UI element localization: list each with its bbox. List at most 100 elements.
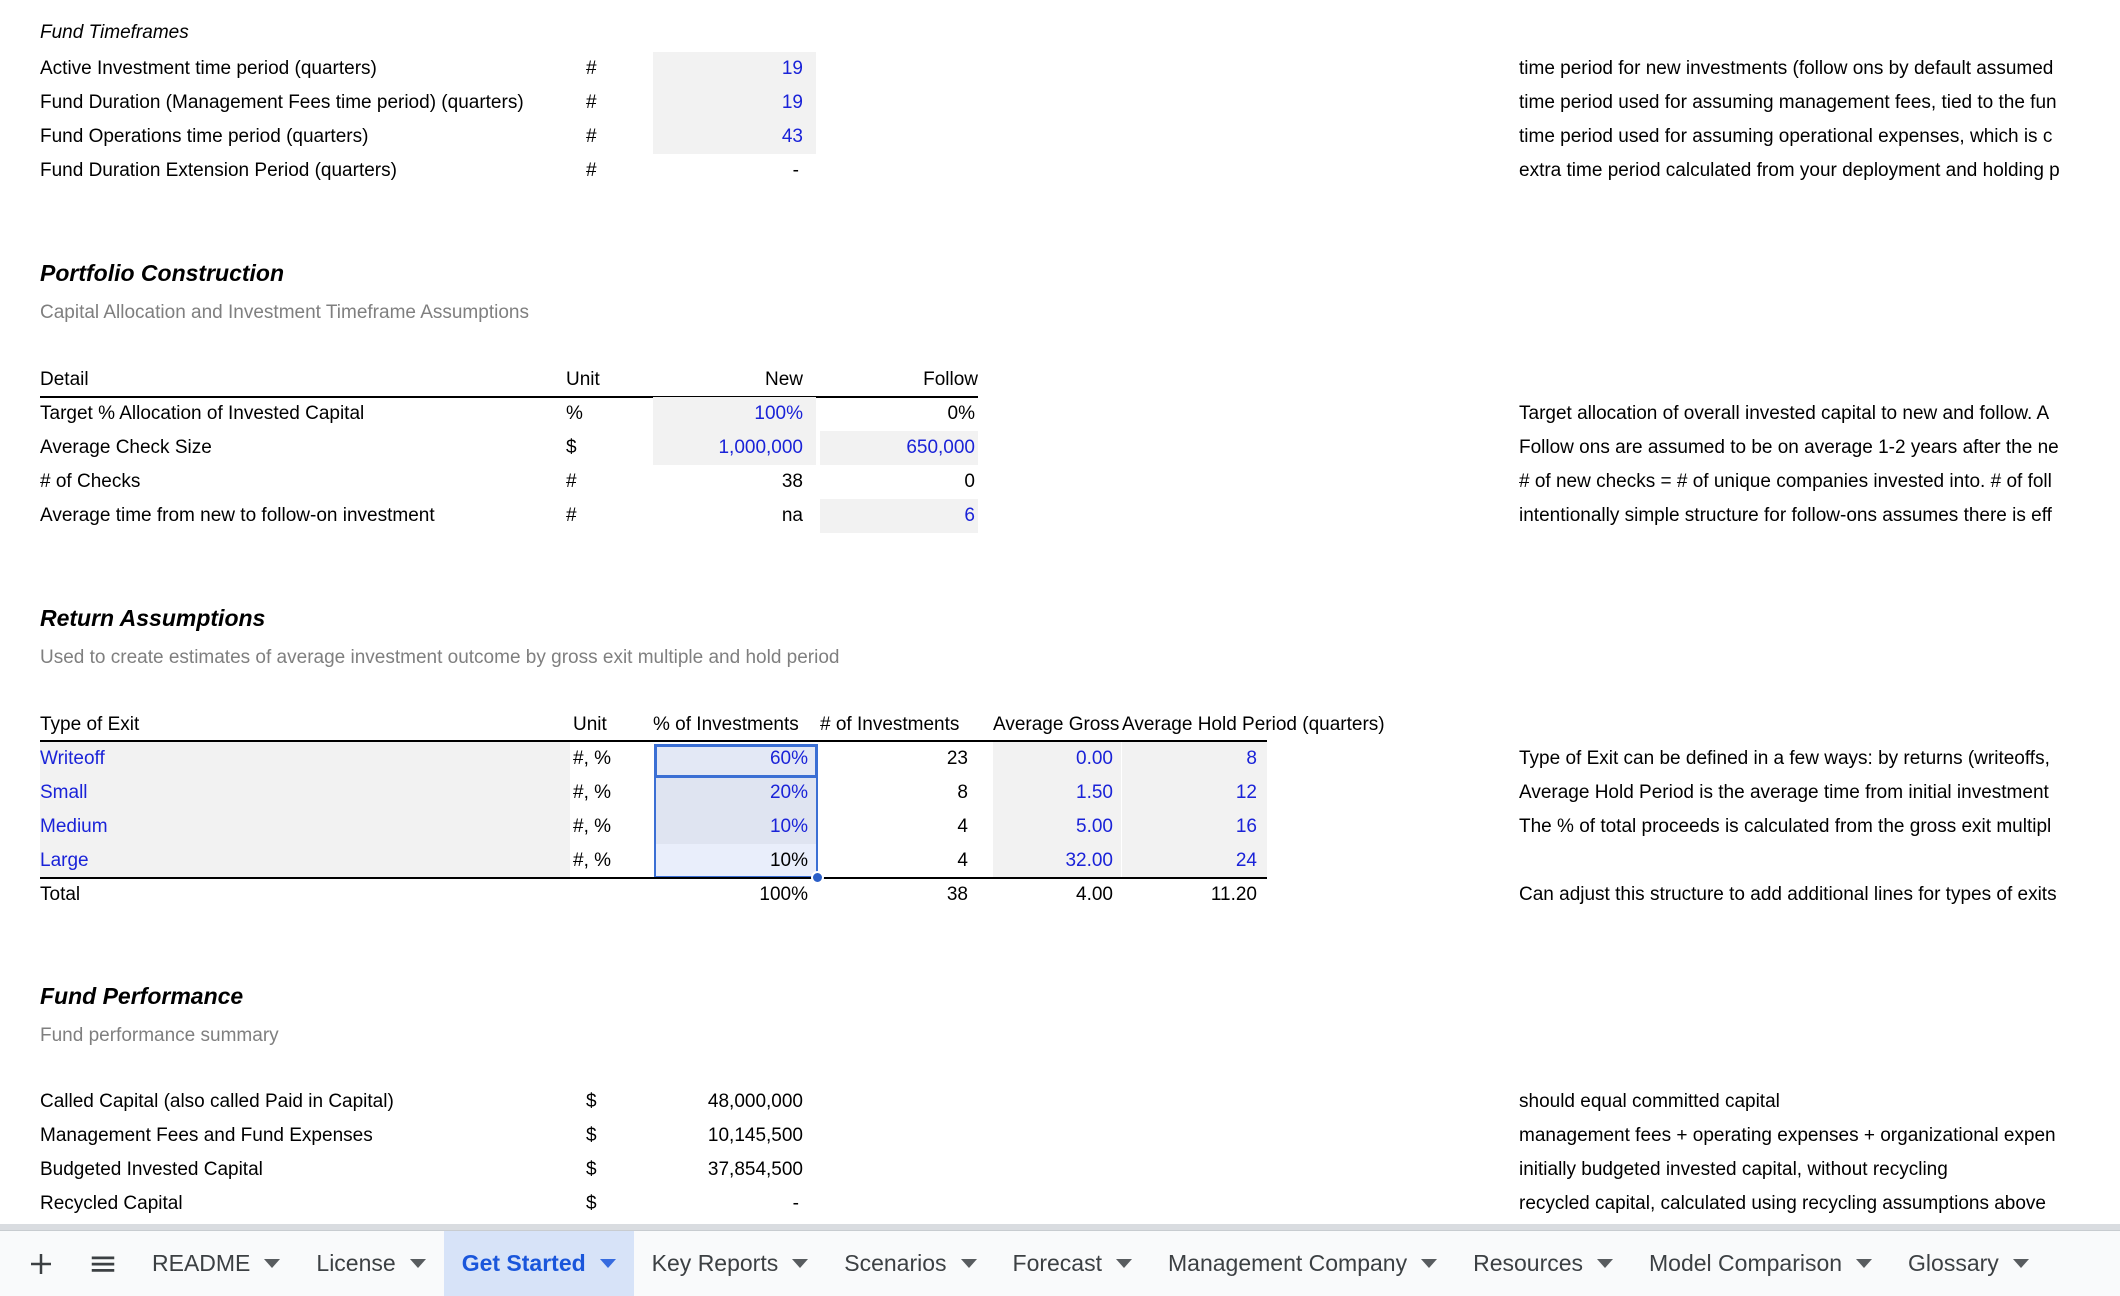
cell-desc-avg-check-size[interactable]: Follow ons are assumed to be on average … <box>1519 431 2120 465</box>
cell-pct-medium[interactable]: 10% <box>653 810 808 844</box>
cell-gross-writeoff[interactable]: 0.00 <box>993 742 1113 776</box>
cell-hold-large[interactable]: 24 <box>1122 844 1257 878</box>
cell-value-recycled-capital[interactable]: - <box>653 1187 799 1221</box>
sheet-tab-model-comparison[interactable]: Model Comparison <box>1631 1231 1890 1296</box>
cell-desc-small[interactable]: Average Hold Period is the average time … <box>1519 776 2120 810</box>
cell-value-called-capital[interactable]: 48,000,000 <box>653 1085 803 1119</box>
cell-unit-fund-duration[interactable]: # <box>586 86 626 120</box>
sheet-tab-readme[interactable]: README <box>134 1231 298 1296</box>
cell-label-called-capital[interactable]: Called Capital (also called Paid in Capi… <box>40 1085 570 1119</box>
cell-desc-fund-duration[interactable]: time period used for assuming management… <box>1519 86 2120 120</box>
cell-value-fund-duration[interactable]: 19 <box>653 86 803 120</box>
cell-unit-fund-extension[interactable]: # <box>586 154 626 188</box>
cell-unit-budgeted-invested[interactable]: $ <box>586 1153 626 1187</box>
chevron-down-icon[interactable] <box>960 1259 977 1268</box>
cell-value-budgeted-invested[interactable]: 37,854,500 <box>653 1153 803 1187</box>
cell-label-total-return[interactable]: Total <box>40 878 80 912</box>
cell-unit-medium[interactable]: #, % <box>573 810 643 844</box>
cell-unit-active-investment[interactable]: # <box>586 52 626 86</box>
cell-label-mgmt-fees[interactable]: Management Fees and Fund Expenses <box>40 1119 570 1153</box>
cell-desc-budgeted-invested[interactable]: initially budgeted invested capital, wit… <box>1519 1153 2120 1187</box>
cell-label-writeoff[interactable]: Writeoff <box>40 742 560 776</box>
cell-desc-fund-operations[interactable]: time period used for assuming operationa… <box>1519 120 2120 154</box>
sheet-tab-key-reports[interactable]: Key Reports <box>634 1231 827 1296</box>
cell-unit-large[interactable]: #, % <box>573 844 643 878</box>
cell-unit-num-checks[interactable]: # <box>566 465 606 499</box>
sheet-tab-forecast[interactable]: Forecast <box>995 1231 1150 1296</box>
chevron-down-icon[interactable] <box>599 1259 616 1268</box>
cell-label-target-allocation[interactable]: Target % Allocation of Invested Capital <box>40 397 550 431</box>
cell-desc-num-checks[interactable]: # of new checks = # of unique companies … <box>1519 465 2120 499</box>
spreadsheet-grid[interactable]: Fund Timeframes Active Investment time p… <box>0 0 2120 1230</box>
cell-label-num-checks[interactable]: # of Checks <box>40 465 550 499</box>
cell-label-fund-operations[interactable]: Fund Operations time period (quarters) <box>40 120 580 154</box>
cell-desc-recycled-capital[interactable]: recycled capital, calculated using recyc… <box>1519 1187 2120 1221</box>
cell-hold-small[interactable]: 12 <box>1122 776 1257 810</box>
cell-gross-small[interactable]: 1.50 <box>993 776 1113 810</box>
cell-pct-writeoff[interactable]: 60% <box>653 742 808 776</box>
cell-label-large[interactable]: Large <box>40 844 560 878</box>
chevron-down-icon[interactable] <box>1856 1259 1873 1268</box>
cell-desc-avg-time-followon[interactable]: intentionally simple structure for follo… <box>1519 499 2120 533</box>
cell-unit-recycled-capital[interactable]: $ <box>586 1187 626 1221</box>
cell-count-total[interactable]: 38 <box>820 878 968 912</box>
chevron-down-icon[interactable] <box>1116 1259 1132 1268</box>
cell-label-fund-duration[interactable]: Fund Duration (Management Fees time peri… <box>40 86 580 120</box>
sheet-tab-resources[interactable]: Resources <box>1455 1231 1631 1296</box>
cell-new-target-allocation[interactable]: 100% <box>653 397 803 431</box>
cell-gross-total[interactable]: 4.00 <box>993 878 1113 912</box>
cell-count-writeoff[interactable]: 23 <box>820 742 968 776</box>
sheet-tab-management-company[interactable]: Management Company <box>1150 1231 1455 1296</box>
chevron-down-icon[interactable] <box>2012 1259 2029 1268</box>
chevron-down-icon[interactable] <box>792 1259 809 1268</box>
cell-label-recycled-capital[interactable]: Recycled Capital <box>40 1187 570 1221</box>
cell-label-avg-check-size[interactable]: Average Check Size <box>40 431 550 465</box>
cell-label-medium[interactable]: Medium <box>40 810 560 844</box>
chevron-down-icon[interactable] <box>409 1259 426 1268</box>
sheet-tab-license[interactable]: License <box>298 1231 443 1296</box>
sheet-tab-scenarios[interactable]: Scenarios <box>826 1231 994 1296</box>
cell-unit-avg-check-size[interactable]: $ <box>566 431 606 465</box>
all-sheets-menu-icon[interactable] <box>72 1231 134 1296</box>
cell-count-medium[interactable]: 4 <box>820 810 968 844</box>
cell-unit-avg-time-followon[interactable]: # <box>566 499 606 533</box>
cell-hold-total[interactable]: 11.20 <box>1122 878 1257 912</box>
cell-label-active-investment[interactable]: Active Investment time period (quarters) <box>40 52 580 86</box>
sheet-tab-get-started[interactable]: Get Started <box>443 1231 634 1296</box>
cell-unit-writeoff[interactable]: #, % <box>573 742 643 776</box>
cell-desc-fund-extension[interactable]: extra time period calculated from your d… <box>1519 154 2120 188</box>
cell-unit-called-capital[interactable]: $ <box>586 1085 626 1119</box>
cell-value-active-investment[interactable]: 19 <box>653 52 803 86</box>
cell-count-small[interactable]: 8 <box>820 776 968 810</box>
sheet-tab-bar[interactable]: README License Get Started Key Reports S… <box>0 1230 2120 1296</box>
cell-new-avg-check-size[interactable]: 1,000,000 <box>653 431 803 465</box>
chevron-down-icon[interactable] <box>1421 1259 1438 1268</box>
cell-label-small[interactable]: Small <box>40 776 560 810</box>
cell-unit-fund-operations[interactable]: # <box>586 120 626 154</box>
cell-pct-total[interactable]: 100% <box>653 878 808 912</box>
cell-value-fund-operations[interactable]: 43 <box>653 120 803 154</box>
cell-gross-medium[interactable]: 5.00 <box>993 810 1113 844</box>
cell-hold-medium[interactable]: 16 <box>1122 810 1257 844</box>
cell-desc-total-return[interactable]: Can adjust this structure to add additio… <box>1519 878 2120 912</box>
chevron-down-icon[interactable] <box>1597 1259 1614 1268</box>
cell-new-avg-time-followon[interactable]: na <box>653 499 803 533</box>
cell-value-mgmt-fees[interactable]: 10,145,500 <box>653 1119 803 1153</box>
cell-value-fund-extension[interactable]: - <box>653 154 799 188</box>
cell-desc-target-allocation[interactable]: Target allocation of overall invested ca… <box>1519 397 2120 431</box>
cell-desc-called-capital[interactable]: should equal committed capital <box>1519 1085 2120 1119</box>
cell-unit-mgmt-fees[interactable]: $ <box>586 1119 626 1153</box>
cell-pct-large[interactable]: 10% <box>653 844 808 878</box>
add-sheet-icon[interactable] <box>10 1231 72 1296</box>
cell-unit-small[interactable]: #, % <box>573 776 643 810</box>
cell-label-avg-time-followon[interactable]: Average time from new to follow-on inves… <box>40 499 550 533</box>
cell-pct-small[interactable]: 20% <box>653 776 808 810</box>
cell-desc-active-investment[interactable]: time period for new investments (follow … <box>1519 52 2120 86</box>
cell-follow-avg-check-size[interactable]: 650,000 <box>820 431 975 465</box>
cell-label-budgeted-invested[interactable]: Budgeted Invested Capital <box>40 1153 570 1187</box>
cell-gross-large[interactable]: 32.00 <box>993 844 1113 878</box>
chevron-down-icon[interactable] <box>264 1259 281 1268</box>
cell-follow-avg-time-followon[interactable]: 6 <box>820 499 975 533</box>
cell-desc-writeoff[interactable]: Type of Exit can be defined in a few way… <box>1519 742 2120 776</box>
cell-desc-medium[interactable]: The % of total proceeds is calculated fr… <box>1519 810 2120 844</box>
